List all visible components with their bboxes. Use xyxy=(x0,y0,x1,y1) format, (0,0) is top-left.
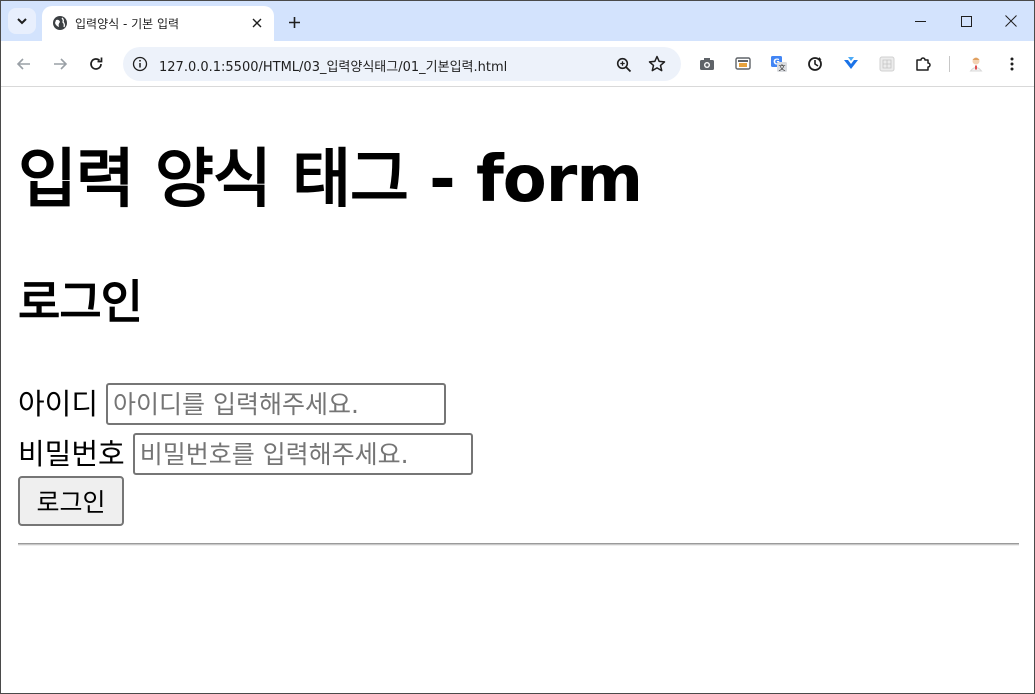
extension-sync[interactable] xyxy=(805,54,825,74)
tab-search-button[interactable] xyxy=(8,8,36,34)
toolbar-separator xyxy=(949,56,950,72)
section-title: 로그인 xyxy=(18,275,143,329)
extension-translate[interactable]: G文 xyxy=(769,54,789,74)
close-icon xyxy=(1005,15,1017,27)
profile-button[interactable] xyxy=(966,54,986,74)
maximize-button[interactable] xyxy=(943,1,989,41)
sync-icon xyxy=(808,57,822,71)
password-input[interactable] xyxy=(132,433,473,475)
zoom-icon xyxy=(616,57,632,73)
svg-text:文: 文 xyxy=(779,63,786,72)
bookmark-button[interactable] xyxy=(647,54,667,74)
reload-button[interactable] xyxy=(83,51,109,77)
login-button[interactable]: 로그인 xyxy=(18,476,124,526)
forward-button[interactable] xyxy=(47,51,73,77)
plus-icon xyxy=(288,16,300,28)
zoom-button[interactable] xyxy=(614,55,634,75)
close-window-button[interactable] xyxy=(988,1,1034,41)
globe-icon xyxy=(53,16,67,30)
address-bar[interactable]: 127.0.0.1:5500/HTML/03_입력양식태그/01_기본입력.ht… xyxy=(123,47,681,81)
site-info-button[interactable] xyxy=(131,55,149,73)
puzzle-icon xyxy=(916,57,931,71)
info-icon xyxy=(132,56,148,72)
horizontal-divider xyxy=(18,543,1019,546)
extension-cast[interactable] xyxy=(733,54,753,74)
new-tab-button[interactable] xyxy=(282,10,306,34)
kebab-menu-icon xyxy=(1010,57,1014,71)
translate-icon: G文 xyxy=(771,56,787,72)
camera-icon xyxy=(700,58,714,70)
tab-close-button[interactable] xyxy=(248,14,266,32)
arrow-right-icon xyxy=(54,58,68,70)
minimize-icon xyxy=(914,20,926,22)
browser-menu-button[interactable] xyxy=(1002,54,1022,74)
extension-grid[interactable] xyxy=(877,54,897,74)
extension-download[interactable] xyxy=(841,54,861,74)
active-tab[interactable]: 입력양식 - 기본 입력 xyxy=(42,6,274,41)
id-label: 아이디 xyxy=(18,387,99,421)
close-icon xyxy=(252,18,262,28)
maximize-icon xyxy=(960,15,972,27)
browser-window: 입력양식 - 기본 입력 127.0.0.1:5500/HTML/03_입력양식… xyxy=(0,0,1035,694)
id-input[interactable] xyxy=(106,383,447,425)
cast-icon xyxy=(735,57,751,70)
reload-icon xyxy=(90,57,103,70)
password-row: 비밀번호 xyxy=(18,433,473,475)
extensions-button[interactable] xyxy=(913,54,933,74)
tab-title: 입력양식 - 기본 입력 xyxy=(75,17,180,31)
tab-strip: 입력양식 - 기본 입력 xyxy=(1,1,1034,41)
minimize-button[interactable] xyxy=(897,1,943,41)
arrow-left-icon xyxy=(16,58,30,70)
back-button[interactable] xyxy=(11,51,37,77)
browser-toolbar: 127.0.0.1:5500/HTML/03_입력양식태그/01_기본입력.ht… xyxy=(1,41,1034,87)
page-title: 입력 양식 태그 - form xyxy=(18,143,643,217)
password-label: 비밀번호 xyxy=(18,437,125,471)
avatar-icon xyxy=(969,57,983,72)
star-icon xyxy=(648,55,666,72)
download-arrow-icon xyxy=(844,57,858,69)
id-row: 아이디 xyxy=(18,383,447,425)
url-text: 127.0.0.1:5500/HTML/03_입력양식태그/01_기본입력.ht… xyxy=(159,60,508,75)
chevron-down-icon xyxy=(17,18,27,25)
page-content: 입력 양식 태그 - form 로그인 아이디 비밀번호 로그인 xyxy=(1,88,1034,693)
grid-icon xyxy=(879,56,895,72)
extension-camera[interactable] xyxy=(697,54,717,74)
